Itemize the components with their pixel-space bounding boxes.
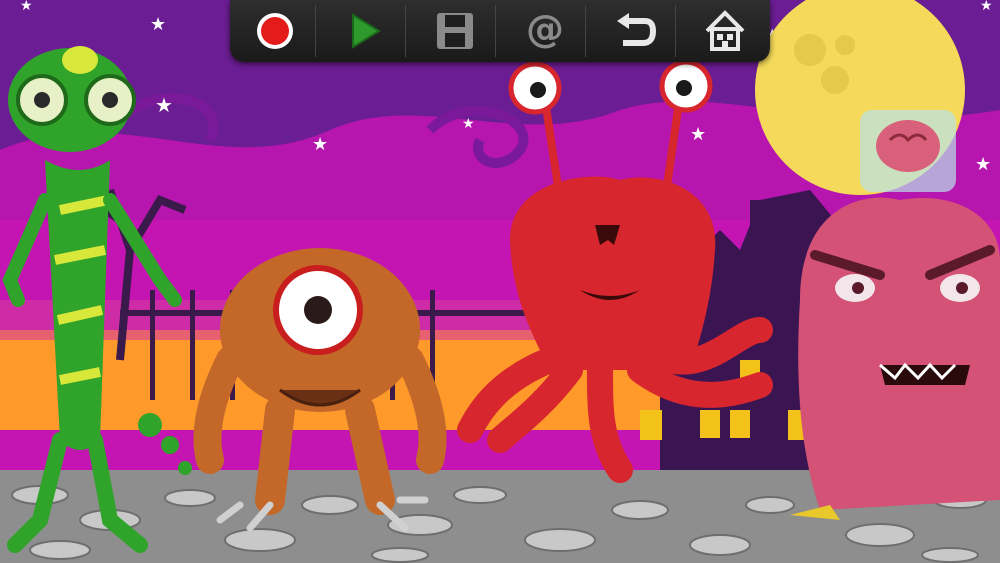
svg-text:★: ★ [975, 154, 991, 175]
save-icon [436, 13, 473, 49]
game-scene: ★ ★ ★ ★ ★ ★ ★ ★ ★ [0, 0, 1000, 563]
save-button[interactable] [415, 5, 496, 57]
svg-text:★: ★ [462, 116, 475, 132]
svg-text:★: ★ [312, 134, 328, 155]
at-icon: @ [526, 10, 564, 51]
home-icon [705, 10, 745, 51]
record-button[interactable] [235, 5, 316, 57]
undo-icon [617, 13, 657, 46]
toolbar: @ [230, 0, 770, 62]
undo-button[interactable] [595, 5, 677, 57]
share-button[interactable]: @ [505, 5, 587, 57]
record-icon [256, 13, 293, 49]
play-button[interactable] [325, 5, 406, 57]
home-button[interactable] [685, 5, 765, 57]
svg-text:★: ★ [980, 0, 993, 14]
play-icon [351, 13, 381, 49]
svg-text:★: ★ [155, 93, 173, 117]
svg-text:★: ★ [20, 0, 33, 14]
svg-text:★: ★ [690, 124, 706, 145]
svg-text:@: @ [526, 10, 564, 51]
svg-text:★: ★ [150, 14, 166, 35]
